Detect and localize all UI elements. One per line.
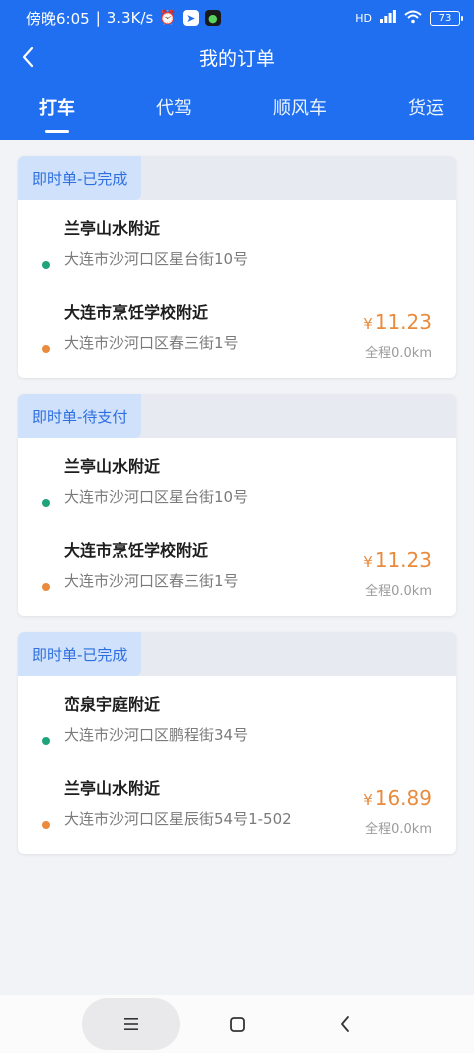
order-distance: 全程0.0km — [365, 346, 432, 361]
pickup-name: 兰亭山水附近 — [64, 219, 161, 238]
order-card-header: 即时单-待支付 — [18, 394, 456, 438]
page-title: 我的订单 — [198, 47, 275, 70]
pickup-name: 峦泉宇庭附近 — [64, 695, 161, 714]
order-distance: 全程0.0km — [365, 584, 432, 599]
home-square-icon — [229, 1016, 245, 1032]
pickup-address: 大连市沙河口区鹏程街34号 — [64, 726, 249, 744]
start-dot-icon — [42, 499, 50, 507]
tab-freight[interactable]: 货运 — [408, 94, 444, 130]
order-card[interactable]: 即时单-待支付 兰亭山水附近 大连市沙河口区星台街10号 大连市烹饪学校附近 大… — [18, 394, 456, 616]
start-dot-icon — [42, 261, 50, 269]
alarm-icon: ⏰ — [159, 10, 177, 26]
status-bar: 傍晚6:05 | 3.3K/s ⏰ ➤ ● HD 73 — [0, 0, 474, 36]
currency-symbol: ¥ — [363, 553, 373, 571]
app-notification-icon: ➤ — [182, 10, 199, 26]
menu-icon — [124, 1018, 138, 1030]
home-button[interactable] — [224, 1011, 250, 1037]
battery-icon: 73 — [430, 10, 463, 26]
currency-symbol: ¥ — [363, 315, 373, 333]
pickup-location: 兰亭山水附近 大连市沙河口区星台街10号 — [18, 456, 456, 510]
price-value: 11.23 — [374, 310, 432, 334]
end-dot-icon — [42, 345, 50, 353]
price-value: 16.89 — [374, 786, 432, 810]
system-navigation-bar — [0, 995, 474, 1053]
order-price: ¥16.89 — [363, 786, 432, 810]
order-price: ¥11.23 — [363, 548, 432, 572]
currency-symbol: ¥ — [363, 791, 373, 809]
wechat-notification-icon: ● — [204, 10, 221, 26]
start-dot-icon — [42, 737, 50, 745]
dropoff-location: 兰亭山水附近 大连市沙河口区星辰街54号1-502 ¥16.89 全程0.0km — [18, 778, 456, 837]
pickup-address: 大连市沙河口区星台街10号 — [64, 488, 249, 506]
tab-label: 代驾 — [156, 98, 192, 119]
order-card-header: 即时单-已完成 — [18, 632, 456, 676]
tab-carpool[interactable]: 顺风车 — [273, 94, 327, 130]
price-value: 11.23 — [374, 548, 432, 572]
dropoff-location: 大连市烹饪学校附近 大连市沙河口区春三街1号 ¥11.23 全程0.0km — [18, 302, 456, 361]
tab-label: 货运 — [408, 98, 444, 119]
active-tab-indicator — [45, 130, 69, 133]
order-type-tabs: 打车 代驾 顺风车 货运 — [0, 94, 474, 136]
pickup-location: 峦泉宇庭附近 大连市沙河口区鹏程街34号 — [18, 694, 456, 748]
order-status-badge: 即时单-已完成 — [18, 632, 142, 676]
back-arrow-icon — [341, 1016, 349, 1032]
status-separator: | — [95, 9, 101, 27]
order-price: ¥11.23 — [363, 310, 432, 334]
status-time: 傍晚6:05 — [26, 9, 90, 28]
order-card[interactable]: 即时单-已完成 峦泉宇庭附近 大连市沙河口区鹏程街34号 兰亭山水附近 大连市沙… — [18, 632, 456, 854]
signal-icon — [380, 10, 396, 26]
order-distance: 全程0.0km — [365, 822, 432, 837]
menu-button[interactable] — [118, 1011, 144, 1037]
nav-bar: 我的订单 — [0, 38, 474, 76]
header-bar: 傍晚6:05 | 3.3K/s ⏰ ➤ ● HD 73 我的订单 打车 代驾 顺… — [0, 0, 474, 140]
dropoff-location: 大连市烹饪学校附近 大连市沙河口区春三街1号 ¥11.23 全程0.0km — [18, 540, 456, 599]
pickup-address: 大连市沙河口区星台街10号 — [64, 250, 249, 268]
order-list: 即时单-已完成 兰亭山水附近 大连市沙河口区星台街10号 大连市烹饪学校附近 大… — [18, 156, 456, 870]
back-button[interactable] — [14, 42, 42, 72]
signal-hd-label: HD — [355, 11, 372, 25]
tab-label: 打车 — [39, 98, 75, 119]
tab-taxi[interactable]: 打车 — [39, 94, 75, 133]
order-status-badge: 即时单-待支付 — [18, 394, 142, 438]
order-status-badge: 即时单-已完成 — [18, 156, 142, 200]
pickup-location: 兰亭山水附近 大连市沙河口区星台街10号 — [18, 218, 456, 272]
chevron-left-icon — [22, 46, 34, 68]
order-card-header: 即时单-已完成 — [18, 156, 456, 200]
end-dot-icon — [42, 583, 50, 591]
order-card[interactable]: 即时单-已完成 兰亭山水附近 大连市沙河口区星台街10号 大连市烹饪学校附近 大… — [18, 156, 456, 378]
network-speed: 3.3K/s — [106, 9, 154, 27]
pickup-name: 兰亭山水附近 — [64, 457, 161, 476]
wifi-icon — [404, 10, 422, 27]
tab-designated-driver[interactable]: 代驾 — [156, 94, 192, 130]
system-back-button[interactable] — [332, 1011, 358, 1037]
tab-label: 顺风车 — [273, 98, 327, 119]
end-dot-icon — [42, 821, 50, 829]
